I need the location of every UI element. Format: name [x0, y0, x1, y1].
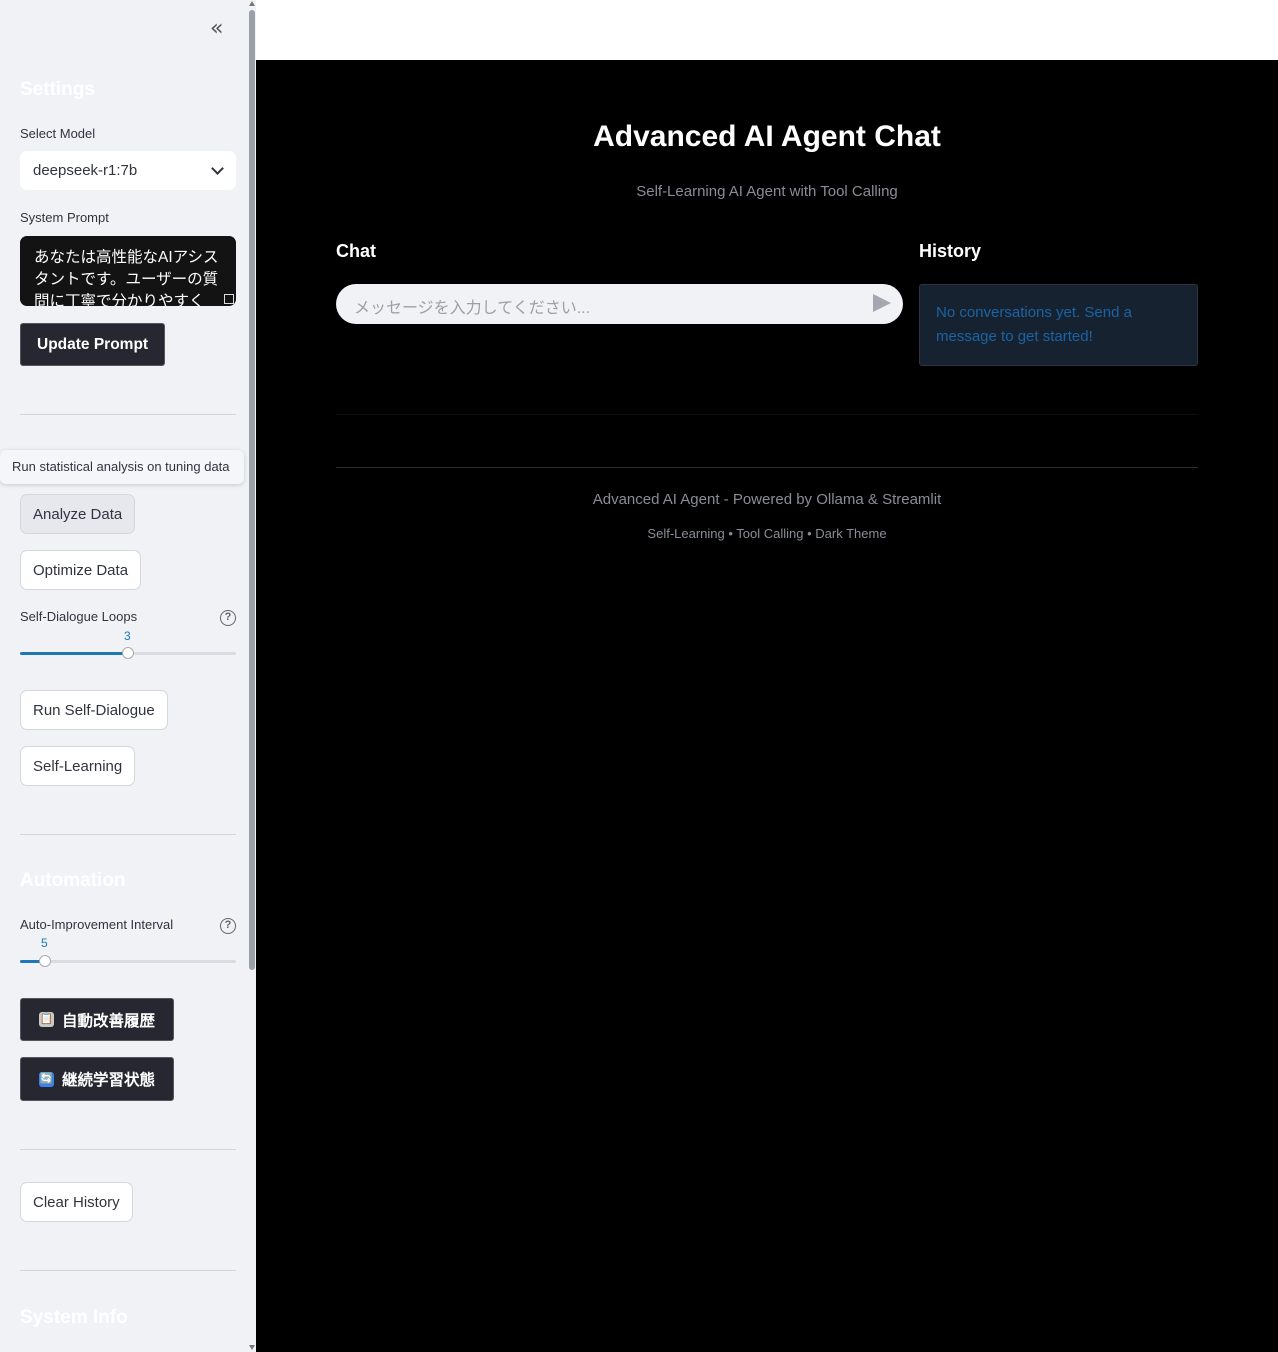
self-learning-button[interactable]: Self-Learning — [20, 746, 136, 786]
chat-input[interactable]: メッセージを入力してください... — [336, 284, 903, 324]
update-prompt-button[interactable]: Update Prompt — [20, 323, 166, 366]
history-empty-info: No conversations yet. Send a message to … — [919, 284, 1198, 366]
auto-interval-slider[interactable] — [20, 955, 236, 967]
page-title: Advanced AI Agent Chat — [593, 120, 941, 153]
main-content: Advanced AI Agent Chat Self-Learning AI … — [256, 60, 1278, 1352]
analyze-data-button[interactable]: Analyze Data — [20, 494, 136, 534]
analyze-data-label: Analyze Data — [33, 505, 123, 523]
optimize-data-label: Optimize Data — [33, 561, 129, 579]
chat-heading: Chat — [336, 241, 376, 261]
settings-heading: Settings — [20, 79, 95, 100]
scrollbar-thumb[interactable] — [249, 10, 255, 970]
collapse-sidebar-icon[interactable]: « — [210, 18, 232, 42]
divider — [20, 834, 236, 835]
resize-handle-icon[interactable] — [224, 294, 234, 304]
history-heading: History — [919, 241, 982, 261]
tooltip: Run statistical analysis on tuning data — [0, 450, 244, 484]
clipboard-icon: 📋 — [39, 1012, 54, 1027]
system-prompt-label: System Prompt — [20, 210, 109, 225]
selected-model-value: deepseek-r1:7b — [33, 162, 138, 179]
divider — [20, 1149, 236, 1150]
help-icon[interactable]: ? — [220, 610, 236, 626]
chat-input-placeholder: メッセージを入力してください... — [354, 300, 591, 317]
automation-heading: Automation — [20, 870, 126, 891]
select-model-label: Select Model — [20, 126, 96, 141]
divider — [336, 414, 1198, 415]
learning-status-label: 継続学習状態 — [62, 1072, 156, 1089]
scroll-up-icon[interactable] — [249, 1, 255, 6]
self-dialogue-slider[interactable] — [20, 647, 236, 659]
learning-status-button[interactable]: 🔄 継続学習状態 — [20, 1057, 175, 1101]
system-info-heading: System Info — [20, 1307, 128, 1328]
slider-thumb[interactable] — [39, 955, 51, 967]
sidebar: « Settings Select Model deepseek-r1:7b S… — [0, 0, 256, 1352]
optimize-data-button[interactable]: Optimize Data — [20, 550, 142, 590]
update-prompt-label: Update Prompt — [37, 335, 149, 353]
run-self-dialogue-label: Run Self-Dialogue — [33, 701, 155, 719]
divider — [336, 467, 1198, 468]
chevron-down-icon — [211, 162, 224, 175]
self-dialogue-value: 3 — [124, 629, 131, 643]
auto-improvement-history-button[interactable]: 📋 自動改善履歴 — [20, 998, 175, 1041]
header-bar — [256, 0, 1278, 60]
system-prompt-textarea[interactable]: あなたは高性能なAIアシスタントです。ユーザーの質問に丁寧で分かりやすく — [20, 236, 236, 306]
sidebar-scrollbar[interactable] — [248, 0, 256, 1352]
send-icon[interactable] — [873, 294, 891, 312]
footer-powered-by: Advanced AI Agent - Powered by Ollama & … — [592, 491, 942, 508]
self-learning-label: Self-Learning — [33, 757, 123, 775]
divider — [20, 414, 236, 415]
refresh-icon: 🔄 — [39, 1071, 54, 1087]
slider-thumb[interactable] — [122, 647, 134, 659]
auto-history-label: 自動改善履歴 — [62, 1012, 156, 1030]
divider — [20, 1270, 236, 1271]
footer-features: Self-Learning • Tool Calling • Dark Them… — [647, 526, 887, 541]
auto-interval-value: 5 — [41, 936, 48, 950]
clear-history-label: Clear History — [33, 1193, 120, 1211]
slider-fill — [20, 652, 128, 655]
auto-interval-label: Auto-Improvement Interval — [20, 917, 174, 932]
system-prompt-text: あなたは高性能なAIアシスタントです。ユーザーの質問に丁寧で分かりやすく — [34, 249, 219, 306]
model-select[interactable]: deepseek-r1:7b — [20, 151, 236, 190]
history-empty-text: No conversations yet. Send a message to … — [936, 304, 1132, 345]
page-subtitle: Self-Learning AI Agent with Tool Calling — [636, 183, 898, 200]
run-self-dialogue-button[interactable]: Run Self-Dialogue — [20, 690, 168, 730]
clear-history-button[interactable]: Clear History — [20, 1182, 133, 1222]
scroll-down-icon[interactable] — [249, 1345, 255, 1350]
help-icon[interactable]: ? — [220, 918, 236, 934]
self-dialogue-label: Self-Dialogue Loops — [20, 609, 138, 624]
